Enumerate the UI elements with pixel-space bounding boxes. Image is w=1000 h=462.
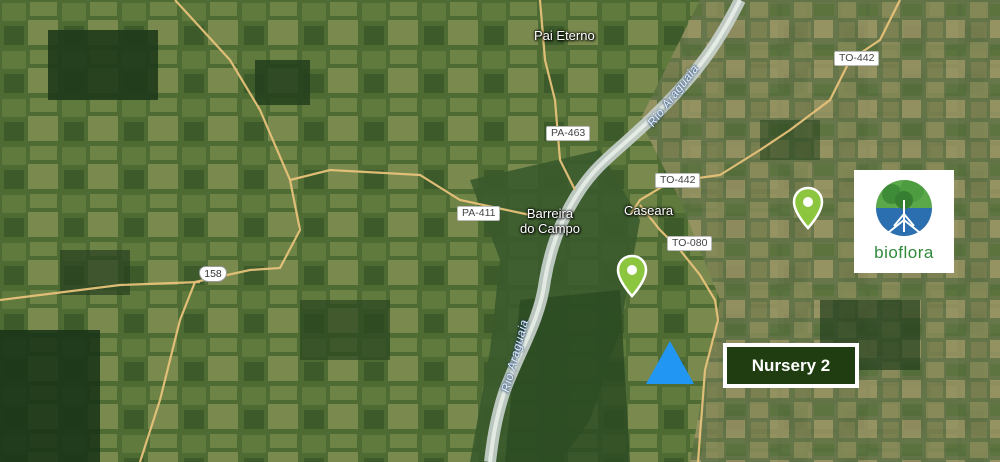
place-barreira-do-campo: Barreira do Campo (520, 206, 580, 236)
nursery-label[interactable]: Nursery 2 (723, 343, 859, 388)
road-shield-pa-411: PA-411 (457, 206, 501, 221)
map-pin-icon[interactable] (616, 254, 648, 298)
map-terrain (0, 0, 1000, 462)
road-shield-to-080: TO-080 (667, 236, 713, 251)
bioflora-logo-text: bioflora (874, 243, 934, 262)
road-shield-to-442: TO-442 (655, 173, 701, 188)
nursery-label-text: Nursery 2 (751, 355, 831, 375)
satellite-map[interactable]: Pai Eterno Barreira do Campo Caseara TO-… (0, 0, 1000, 462)
road-shield-to-442-north: TO-442 (834, 51, 880, 66)
place-pai-eterno: Pai Eterno (534, 28, 595, 43)
road-shield-158: 158 (199, 266, 227, 282)
map-pin-icon[interactable] (792, 186, 824, 230)
place-caseara: Caseara (624, 203, 674, 218)
bioflora-logo: bioflora (854, 170, 954, 273)
nursery-triangle-marker-icon[interactable] (645, 340, 695, 385)
tree-roots-icon (876, 180, 932, 236)
road-shield-pa-463: PA-463 (546, 126, 591, 141)
